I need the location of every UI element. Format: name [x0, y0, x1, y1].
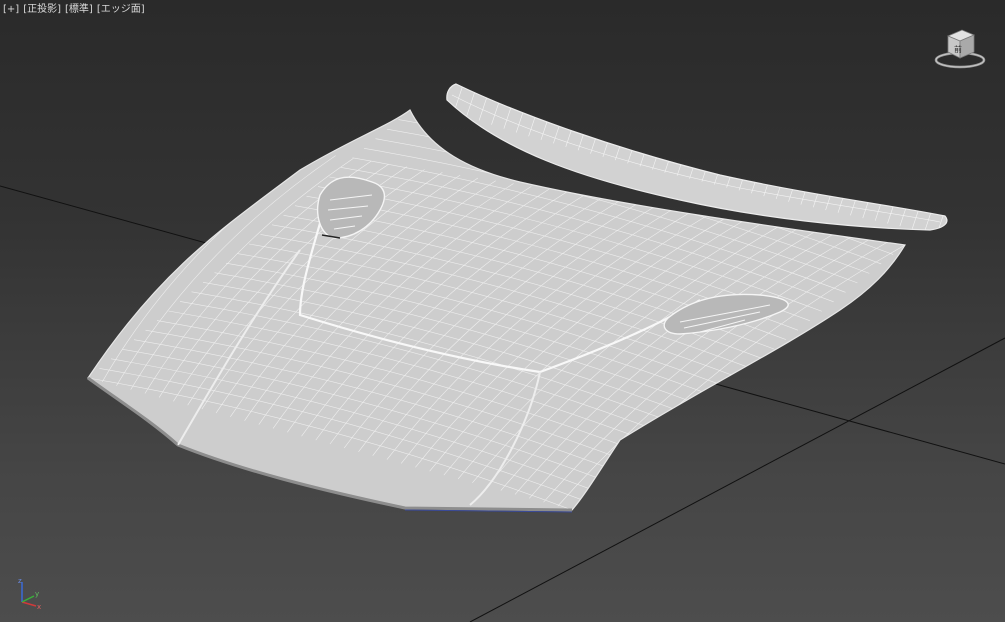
viewcube-icon: 前 — [934, 29, 986, 69]
viewcube[interactable]: 前 — [932, 22, 988, 72]
axis-tripod-icon: z x y — [18, 577, 41, 611]
viewport-plus-menu[interactable]: [+] — [3, 3, 19, 17]
axis-y-label: y — [35, 590, 39, 598]
viewport-display-menu[interactable]: [エッジ面] — [97, 3, 145, 17]
viewport-view-menu[interactable]: [正投影] — [23, 3, 61, 17]
axis-z-label: z — [18, 577, 22, 585]
viewcube-face-label: 前 — [954, 44, 962, 54]
axis-tripod: z x y — [12, 576, 46, 611]
viewport-shading-menu[interactable]: [標準] — [65, 3, 93, 17]
axis-x-label: x — [37, 603, 41, 610]
perspective-viewport[interactable]: [+] [正投影] [標準] [エッジ面] 前 z x y — [0, 0, 1005, 622]
viewport-label-menu: [+] [正投影] [標準] [エッジ面] — [3, 3, 145, 17]
hood-model[interactable] — [87, 109, 906, 513]
scene-canvas[interactable] — [0, 0, 1005, 622]
